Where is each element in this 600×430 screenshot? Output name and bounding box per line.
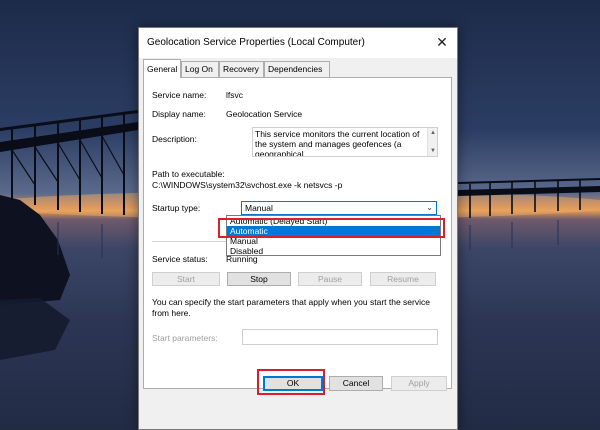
stop-button[interactable]: Stop bbox=[227, 272, 291, 286]
service-status-label: Service status: bbox=[152, 254, 208, 264]
scroll-up-icon[interactable]: ▲ bbox=[429, 129, 437, 137]
service-name-label: Service name: bbox=[152, 90, 207, 100]
dialog-title: Geolocation Service Properties (Local Co… bbox=[147, 37, 365, 48]
startup-option-manual[interactable]: Manual bbox=[227, 236, 440, 246]
startup-type-label: Startup type: bbox=[152, 203, 201, 213]
tab-general[interactable]: General bbox=[143, 59, 181, 78]
start-params-note: You can specify the start parameters tha… bbox=[152, 297, 430, 318]
path-value: C:\WINDOWS\system32\svchost.exe -k netsv… bbox=[152, 180, 343, 190]
apply-button[interactable]: Apply bbox=[391, 376, 447, 391]
display-name-label: Display name: bbox=[152, 109, 206, 119]
startup-type-value: Manual bbox=[245, 203, 273, 213]
title-bar[interactable]: Geolocation Service Properties (Local Co… bbox=[139, 28, 457, 58]
close-icon[interactable]: ✕ bbox=[427, 28, 457, 56]
service-properties-dialog: Geolocation Service Properties (Local Co… bbox=[138, 27, 458, 430]
start-params-input[interactable] bbox=[242, 329, 438, 345]
cancel-button[interactable]: Cancel bbox=[329, 376, 383, 391]
chevron-down-icon[interactable]: ⌄ bbox=[426, 202, 433, 214]
tab-recovery[interactable]: Recovery bbox=[219, 61, 264, 77]
path-label: Path to executable: bbox=[152, 169, 225, 179]
resume-button[interactable]: Resume bbox=[370, 272, 436, 286]
description-text: This service monitors the current locati… bbox=[255, 129, 420, 157]
startup-option-disabled[interactable]: Disabled bbox=[227, 246, 440, 256]
ok-button[interactable]: OK bbox=[263, 376, 323, 391]
description-scrollbar[interactable]: ▲ ▼ bbox=[427, 128, 437, 156]
startup-option-automatic-delayed[interactable]: Automatic (Delayed Start) bbox=[227, 216, 440, 226]
tab-log-on[interactable]: Log On bbox=[181, 61, 219, 77]
startup-type-select[interactable]: Manual ⌄ bbox=[241, 201, 437, 215]
start-button[interactable]: Start bbox=[152, 272, 220, 286]
startup-option-automatic[interactable]: Automatic bbox=[227, 226, 440, 236]
service-name-value: lfsvc bbox=[226, 90, 243, 100]
startup-type-dropdown: Automatic (Delayed Start) Automatic Manu… bbox=[226, 215, 441, 256]
scroll-down-icon[interactable]: ▼ bbox=[429, 147, 437, 155]
description-box[interactable]: This service monitors the current locati… bbox=[252, 127, 438, 157]
description-label: Description: bbox=[152, 134, 197, 144]
display-name-value: Geolocation Service bbox=[226, 109, 303, 119]
pause-button[interactable]: Pause bbox=[298, 272, 362, 286]
tab-dependencies[interactable]: Dependencies bbox=[264, 61, 330, 77]
start-params-label: Start parameters: bbox=[152, 333, 218, 343]
general-tab-panel: Service name: lfsvc Display name: Geoloc… bbox=[143, 77, 452, 389]
